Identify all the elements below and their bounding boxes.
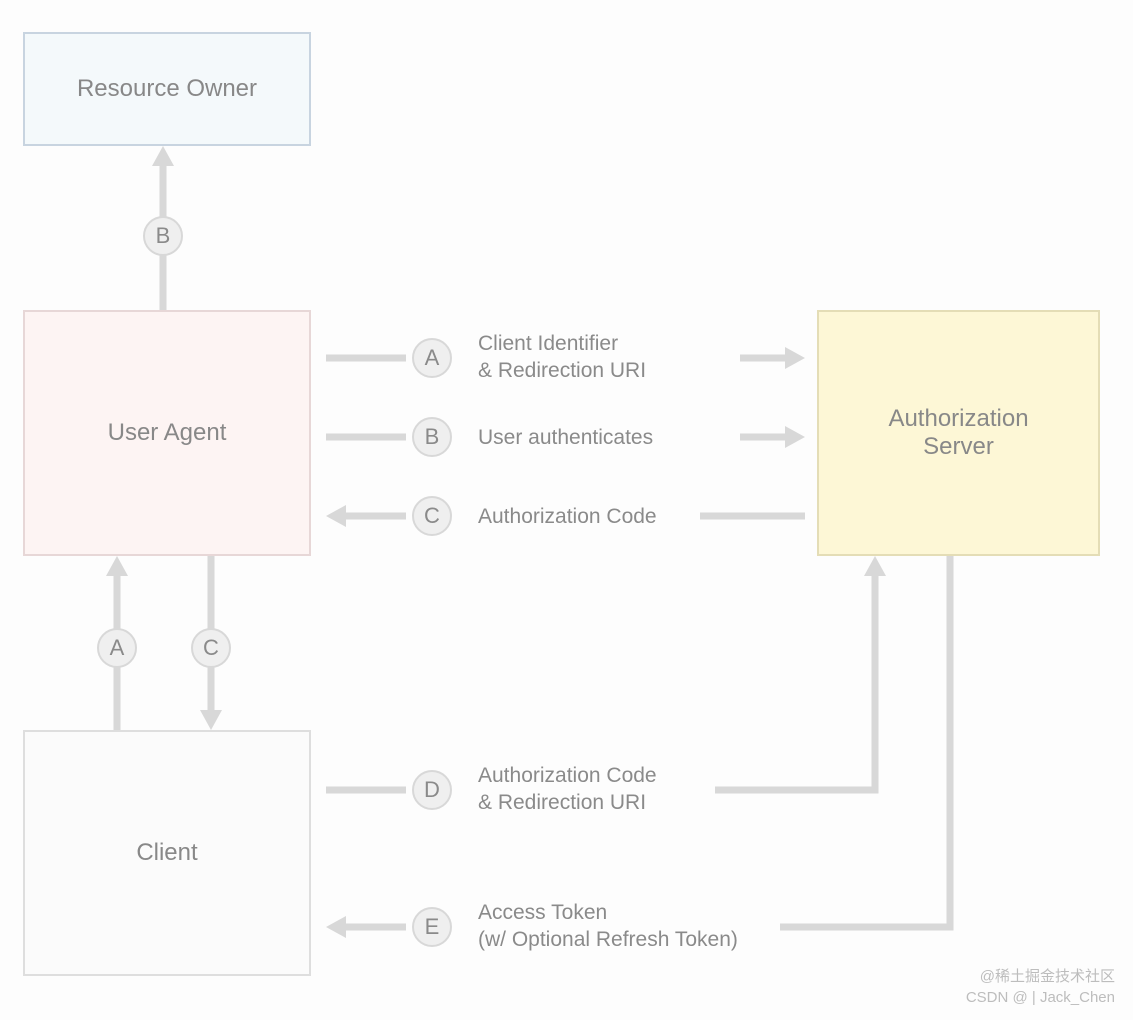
box-authorization-server: Authorization Server bbox=[817, 310, 1100, 556]
box-label: Resource Owner bbox=[77, 75, 257, 103]
box-user-agent: User Agent bbox=[23, 310, 311, 556]
flow-label-b: User authenticates bbox=[478, 424, 653, 451]
arrow-b-row-left bbox=[326, 427, 406, 447]
box-client: Client bbox=[23, 730, 311, 976]
step-badge-e-row: E bbox=[412, 907, 452, 947]
arrow-b-row-right bbox=[740, 424, 805, 450]
flow-label-d: Authorization Code & Redirection URI bbox=[478, 762, 657, 817]
watermark-line1: @稀土掘金技术社区 bbox=[980, 965, 1115, 986]
box-label: Client bbox=[136, 839, 197, 867]
step-badge-a-row: A bbox=[412, 338, 452, 378]
flow-label-e: Access Token (w/ Optional Refresh Token) bbox=[478, 899, 738, 954]
flow-label-a: Client Identifier & Redirection URI bbox=[478, 330, 646, 385]
box-label: Authorization Server bbox=[888, 405, 1028, 461]
arrow-a-row-right bbox=[740, 345, 805, 371]
watermark-line2: CSDN @ | Jack_Chen bbox=[966, 989, 1115, 1006]
arrow-d-row-left bbox=[326, 780, 406, 800]
step-badge-c-vertical: C bbox=[191, 628, 231, 668]
arrow-e-elbow bbox=[780, 556, 960, 941]
box-label: User Agent bbox=[108, 419, 227, 447]
step-badge-b-vertical: B bbox=[143, 216, 183, 256]
step-badge-a-vertical: A bbox=[97, 628, 137, 668]
arrow-e-row-left bbox=[326, 914, 406, 940]
step-badge-c-row: C bbox=[412, 496, 452, 536]
box-resource-owner: Resource Owner bbox=[23, 32, 311, 146]
arrow-c-row-right bbox=[700, 506, 805, 526]
flow-label-c: Authorization Code bbox=[478, 503, 657, 530]
step-badge-d-row: D bbox=[412, 770, 452, 810]
arrow-c-row-left bbox=[326, 503, 406, 529]
step-badge-b-row: B bbox=[412, 417, 452, 457]
arrow-a-row-left bbox=[326, 348, 406, 368]
